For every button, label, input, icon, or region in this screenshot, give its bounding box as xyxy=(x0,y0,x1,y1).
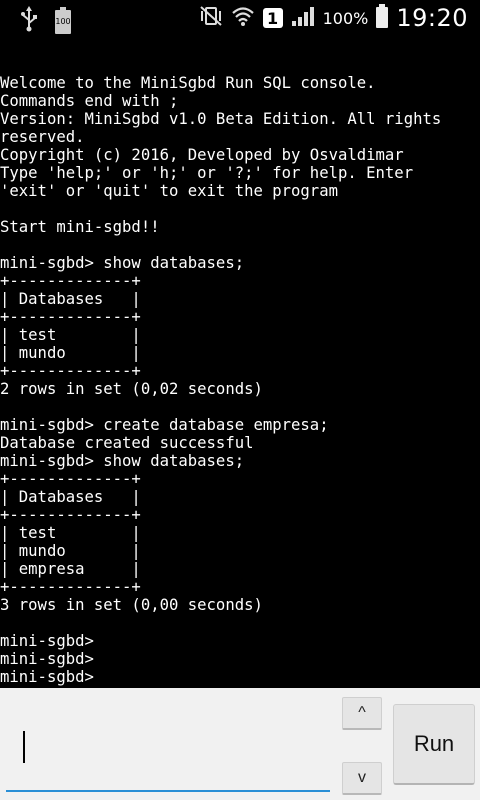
console-line: 3 rows in set (0,00 seconds) xyxy=(0,596,263,614)
history-down-button[interactable]: v xyxy=(342,762,382,795)
run-button[interactable]: Run xyxy=(393,704,475,785)
wifi-icon xyxy=(231,5,255,31)
console-line: 'exit' or 'quit' to exit the program xyxy=(0,182,338,200)
clock: 19:20 xyxy=(396,4,468,32)
console-line: +-------------+ xyxy=(0,470,141,488)
console-line: Copyright (c) 2016, Developed by Osvaldi… xyxy=(0,146,404,164)
console-line: +-------------+ xyxy=(0,506,141,524)
battery-icon xyxy=(376,4,389,32)
console-line: Commands end with ; xyxy=(0,92,179,110)
status-bar-left: 100 xyxy=(20,6,72,36)
console-line: reserved. xyxy=(0,128,85,146)
console-line: | mundo | xyxy=(0,344,141,362)
console-line: | mundo | xyxy=(0,542,141,560)
console-line: Type 'help;' or 'h;' or '?;' for help. E… xyxy=(0,164,414,182)
history-up-button[interactable]: ^ xyxy=(342,697,382,730)
sim-slot-badge: 1 xyxy=(262,8,283,28)
command-input-field[interactable] xyxy=(6,704,330,792)
console-line: Welcome to the MiniSgbd Run SQL console. xyxy=(0,74,376,92)
status-bar: 100 1 100% 19:20 xyxy=(0,0,480,38)
console-line: mini-sgbd> show databases; xyxy=(0,254,245,272)
console-line: | test | xyxy=(0,326,141,344)
battery-full-icon: 100 xyxy=(54,7,72,35)
console-line: mini-sgbd> xyxy=(0,668,94,686)
console-line: Start mini-sgbd!! xyxy=(0,218,160,236)
console-line: mini-sgbd> create database empresa; xyxy=(0,416,329,434)
console-line: mini-sgbd> show databases; xyxy=(0,452,245,470)
console-output: Welcome to the MiniSgbd Run SQL console.… xyxy=(0,74,480,688)
vibrate-mode-icon xyxy=(199,5,223,31)
console-line: +-------------+ xyxy=(0,272,141,290)
console-line: +-------------+ xyxy=(0,308,141,326)
console-line: mini-sgbd> xyxy=(0,632,94,650)
console-line: Version: MiniSgbd v1.0 Beta Edition. All… xyxy=(0,110,442,128)
console-line: 2 rows in set (0,02 seconds) xyxy=(0,380,263,398)
status-bar-right: 1 100% 19:20 xyxy=(199,4,468,32)
text-cursor xyxy=(23,731,25,763)
battery-small-label: 100 xyxy=(55,17,71,26)
console-line: | Databases | xyxy=(0,290,141,308)
console-line: | empresa | xyxy=(0,560,141,578)
console-line: +-------------+ xyxy=(0,362,141,380)
command-input[interactable] xyxy=(18,728,322,766)
battery-percent: 100% xyxy=(322,8,369,28)
console-line: +-------------+ xyxy=(0,578,141,596)
console-line: Database created successful xyxy=(0,434,254,452)
signal-icon xyxy=(291,5,315,31)
usb-icon xyxy=(20,6,38,36)
console-line: | Databases | xyxy=(0,488,141,506)
console-line: mini-sgbd> xyxy=(0,650,94,668)
console-line: | test | xyxy=(0,524,141,542)
